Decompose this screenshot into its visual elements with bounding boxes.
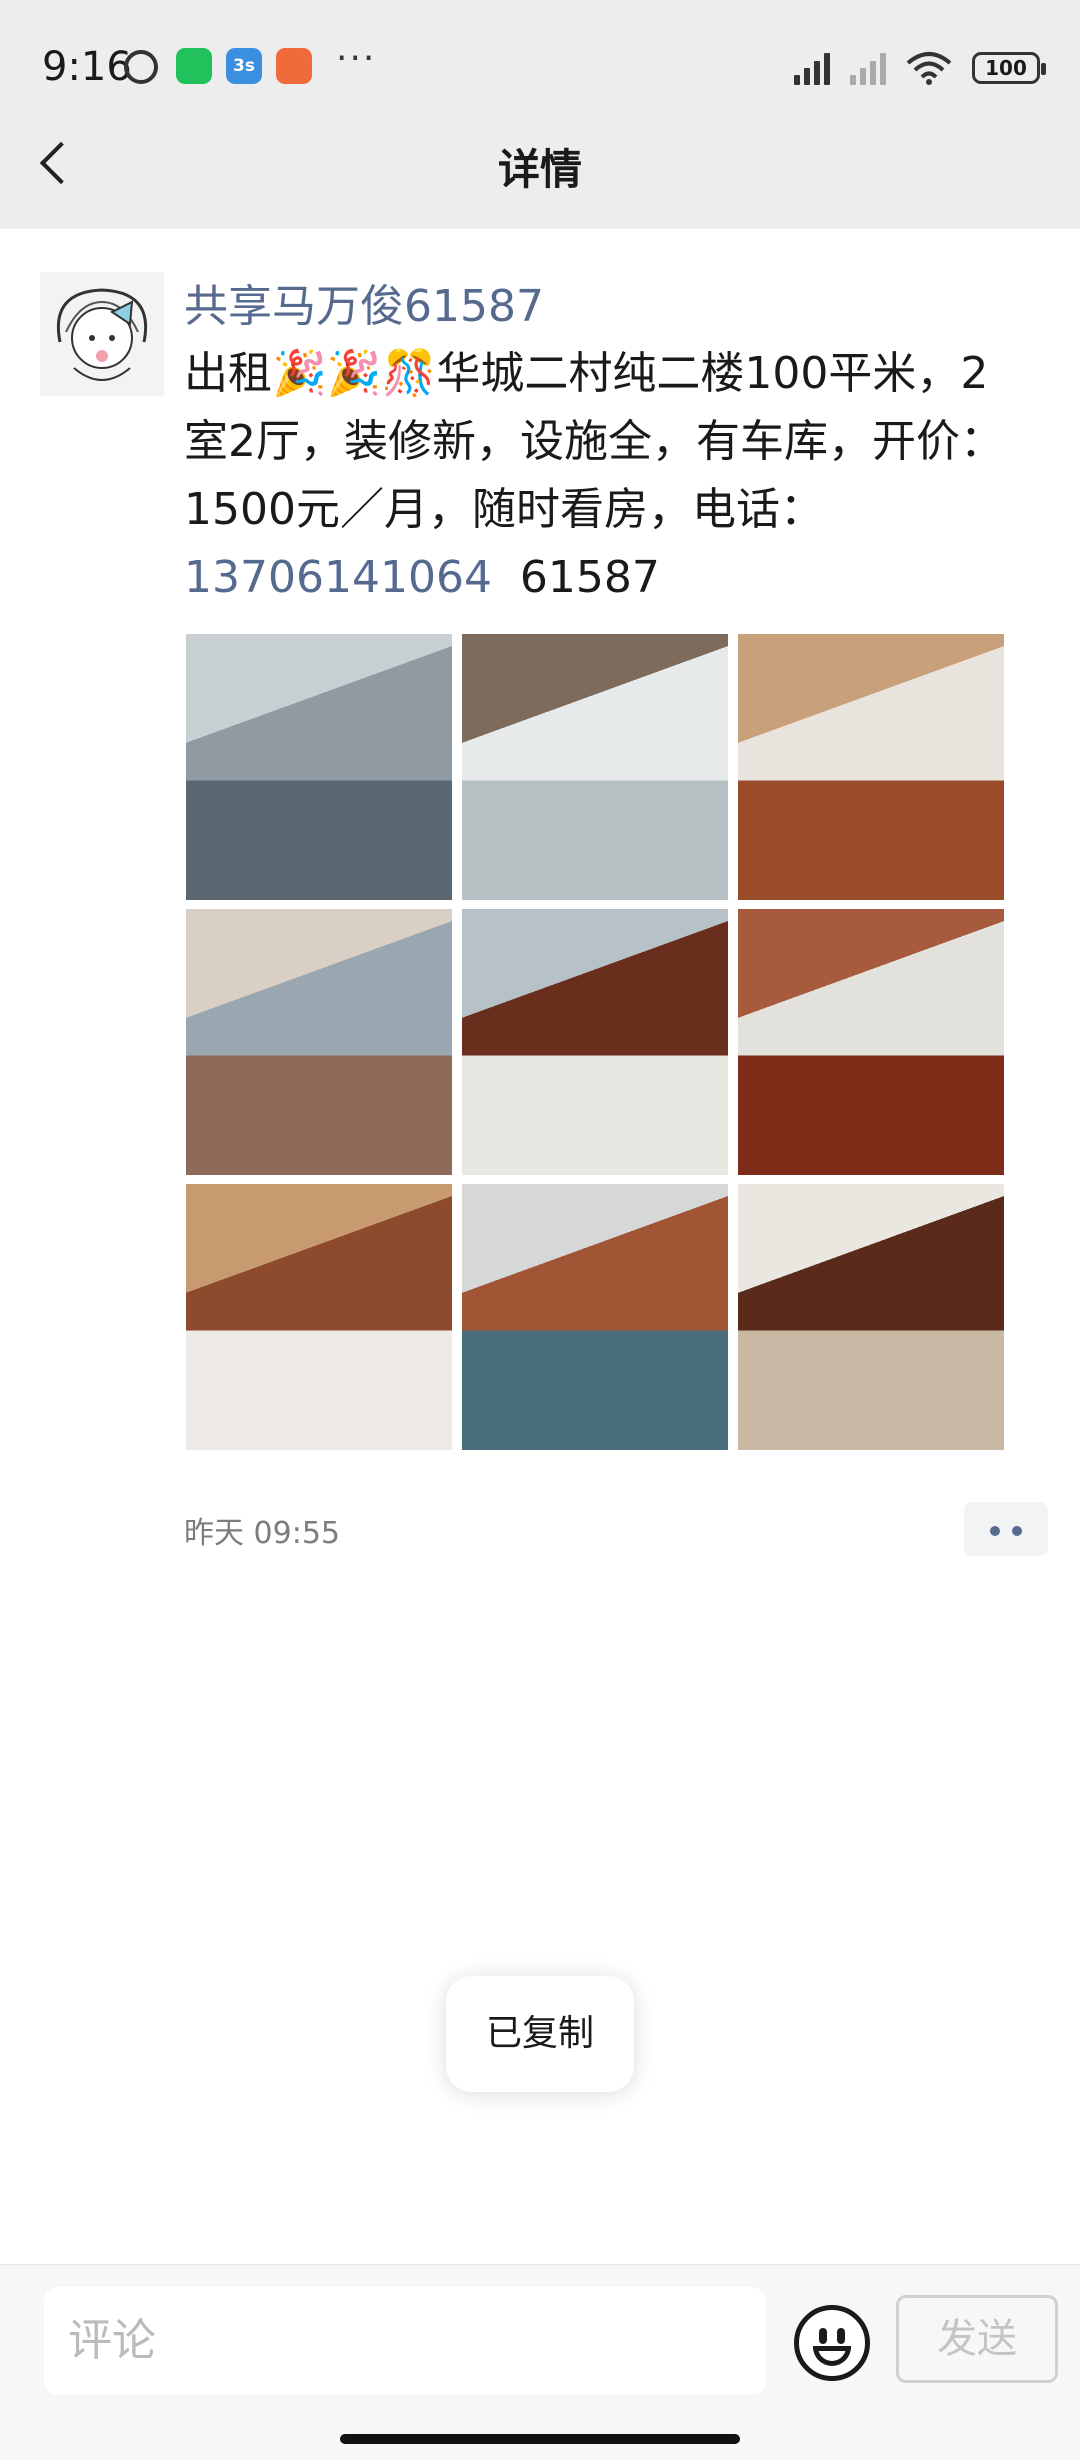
comment-bar: 发送 [0, 2264, 1080, 2460]
wechat-icon [176, 48, 212, 84]
post-text-suffix: 61587 [519, 552, 660, 603]
more-notifications-icon: ··· [336, 38, 377, 79]
photo-thumbnail-dining-window[interactable] [462, 1184, 728, 1450]
emoji-button[interactable] [794, 2305, 870, 2381]
phone-link[interactable]: 13706141064 [184, 552, 492, 603]
photo-thumbnail-dining-table[interactable] [738, 1184, 1004, 1450]
emoji-eye-right [837, 2328, 845, 2344]
photo-thumbnail-dining-room[interactable] [462, 909, 728, 1175]
signal-2-icon [850, 51, 886, 85]
comment-input[interactable] [44, 2287, 766, 2395]
notification-app-icon [276, 48, 312, 84]
emoji-eye-left [819, 2328, 827, 2344]
copied-toast: 已复制 [446, 1976, 634, 2092]
top-bar: 9:16 3s ··· 100 详情 [0, 0, 1080, 229]
photo-thumbnail-kitchen[interactable] [186, 634, 452, 900]
photo-thumbnail-bedroom-2[interactable] [186, 909, 452, 1175]
photo-grid [186, 634, 1004, 1450]
wifi-icon [906, 52, 952, 85]
status-bar: 9:16 3s ··· 100 [0, 0, 1080, 134]
photo-thumbnail-bathroom[interactable] [462, 634, 728, 900]
alarm-icon [124, 50, 158, 84]
status-time: 9:16 [42, 44, 132, 90]
page-title: 详情 [497, 145, 582, 194]
signal-icon [794, 51, 830, 85]
post-content: 出租🎉🎉🎊华城二村纯二楼100平米，2室2厅，装修新，设施全，有车库，开价：15… [184, 340, 1004, 612]
battery-icon: 100 [972, 52, 1046, 84]
author-name[interactable]: 共享马万俊61587 [184, 270, 544, 334]
post-text-body: 出租🎉🎉🎊华城二村纯二楼100平米，2室2厅，装修新，设施全，有车库，开价：15… [184, 348, 1004, 535]
send-button[interactable]: 发送 [896, 2295, 1058, 2383]
emoji-mouth [813, 2346, 851, 2366]
post-timestamp: 昨天 09:55 [184, 1516, 340, 1551]
photo-thumbnail-living-tv[interactable] [186, 1184, 452, 1450]
avatar[interactable] [40, 272, 164, 396]
photo-thumbnail-bedroom-1[interactable] [738, 634, 1004, 900]
app-3s-icon: 3s [226, 48, 262, 84]
avatar-illustration [40, 272, 164, 396]
home-indicator[interactable] [340, 2434, 740, 2444]
status-right-group: 100 [794, 48, 1046, 88]
photo-thumbnail-living-sofa[interactable] [738, 909, 1004, 1175]
more-options-button[interactable] [964, 1502, 1048, 1556]
